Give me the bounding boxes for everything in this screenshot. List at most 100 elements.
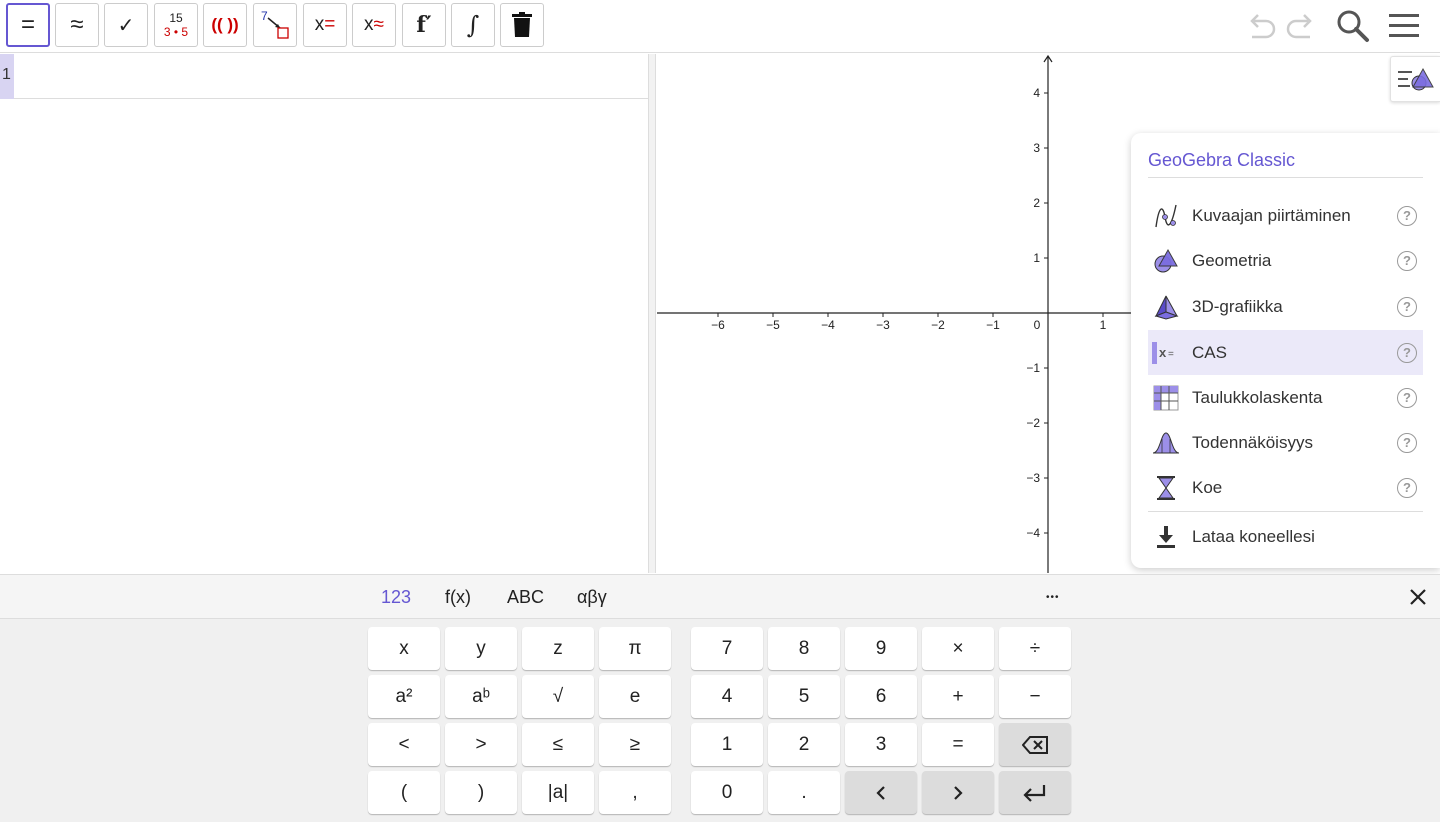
key-6[interactable]: 6 bbox=[845, 675, 917, 718]
key-z[interactable]: z bbox=[522, 627, 594, 670]
x-tick-label: −2 bbox=[931, 318, 945, 332]
perspective-label-spreadsheet: Taulukkolaskenta bbox=[1192, 387, 1323, 407]
style-bar-icon bbox=[1397, 67, 1434, 91]
solve-numerically-tool-button[interactable]: x≈ bbox=[352, 3, 396, 47]
key-greater-equal[interactable]: ≥ bbox=[599, 723, 671, 766]
key-2[interactable]: 2 bbox=[768, 723, 840, 766]
perspectives-popup: GeoGebra Classic Kuvaajan piirtäminen ? … bbox=[1131, 133, 1440, 568]
x-tick-label: −1 bbox=[986, 318, 1000, 332]
perspective-item-graphing[interactable]: Kuvaajan piirtäminen ? bbox=[1148, 193, 1423, 238]
key-y[interactable]: y bbox=[445, 627, 517, 670]
undo-button[interactable] bbox=[1243, 8, 1279, 44]
perspectives-divider-bottom bbox=[1148, 511, 1423, 512]
redo-button[interactable] bbox=[1283, 8, 1319, 44]
view-splitter[interactable] bbox=[648, 54, 656, 573]
key-cursor-left[interactable] bbox=[845, 771, 917, 814]
perspective-item-spreadsheet[interactable]: Taulukkolaskenta ? bbox=[1148, 375, 1423, 420]
perspective-item-geometry[interactable]: Geometria ? bbox=[1148, 238, 1423, 283]
probability-icon bbox=[1152, 431, 1180, 453]
help-icon[interactable]: ? bbox=[1397, 296, 1417, 317]
help-icon[interactable]: ? bbox=[1397, 250, 1417, 271]
solve-tool-label: x= bbox=[314, 14, 336, 35]
substitute-tool-button[interactable]: 7 bbox=[253, 3, 297, 47]
key-open-paren[interactable]: ( bbox=[368, 771, 440, 814]
keyboard-tab-greek[interactable]: αβγ bbox=[577, 587, 607, 608]
key-equals[interactable]: = bbox=[922, 723, 994, 766]
key-x[interactable]: x bbox=[368, 627, 440, 670]
delete-tool-button[interactable] bbox=[500, 3, 544, 47]
keyboard-tab-abc[interactable]: ABC bbox=[507, 587, 544, 608]
key-sqrt[interactable]: √ bbox=[522, 675, 594, 718]
download-app-item[interactable]: Lataa koneellesi bbox=[1148, 514, 1423, 559]
keyboard-tab-123[interactable]: 123 bbox=[381, 587, 411, 608]
substitute-icon: 7 bbox=[261, 9, 289, 39]
derivative-tool-button[interactable]: f′ bbox=[402, 3, 446, 47]
undo-icon bbox=[1250, 14, 1276, 39]
perspective-label-3d-graphics: 3D-grafiikka bbox=[1192, 296, 1283, 316]
keyboard-close-button[interactable] bbox=[1404, 583, 1432, 611]
cas-icon: x = bbox=[1152, 341, 1174, 364]
key-1[interactable]: 1 bbox=[691, 723, 763, 766]
expand-tool-button[interactable]: (( )) bbox=[203, 3, 247, 47]
backspace-icon bbox=[1022, 735, 1048, 754]
integral-tool-button[interactable]: ∫ bbox=[451, 3, 495, 47]
cas-input-cell[interactable] bbox=[20, 64, 620, 90]
key-decimal[interactable]: . bbox=[768, 771, 840, 814]
key-4[interactable]: 4 bbox=[691, 675, 763, 718]
key-a-power-b[interactable]: aᵇ bbox=[445, 675, 517, 718]
key-9[interactable]: 9 bbox=[845, 627, 917, 670]
keyboard-more-button[interactable]: ••• bbox=[1046, 592, 1060, 603]
help-icon[interactable]: ? bbox=[1397, 205, 1417, 226]
key-plus[interactable]: + bbox=[922, 675, 994, 718]
style-bar-toggle-button[interactable] bbox=[1390, 56, 1440, 102]
perspective-item-3d-graphics[interactable]: 3D-grafiikka ? bbox=[1148, 284, 1423, 329]
cas-view: 1 bbox=[0, 54, 648, 573]
virtual-keyboard: x y z π a² aᵇ √ e < > ≤ ≥ ( ) |a| , 7 8 … bbox=[0, 619, 1440, 822]
key-comma[interactable]: , bbox=[599, 771, 671, 814]
key-e[interactable]: e bbox=[599, 675, 671, 718]
perspective-item-probability[interactable]: Todennäköisyys ? bbox=[1148, 420, 1423, 465]
key-multiply[interactable]: × bbox=[922, 627, 994, 670]
key-0[interactable]: 0 bbox=[691, 771, 763, 814]
expand-tool-label: (( )) bbox=[211, 15, 239, 34]
cas-row[interactable]: 1 bbox=[0, 54, 648, 99]
key-8[interactable]: 8 bbox=[768, 627, 840, 670]
svg-text:x: x bbox=[1159, 345, 1167, 360]
help-icon[interactable]: ? bbox=[1397, 342, 1417, 363]
perspective-item-cas[interactable]: x = CAS ? bbox=[1148, 330, 1423, 375]
numeric-tool-button[interactable]: ≈ bbox=[55, 3, 99, 47]
key-minus[interactable]: − bbox=[999, 675, 1071, 718]
key-a-squared[interactable]: a² bbox=[368, 675, 440, 718]
key-5[interactable]: 5 bbox=[768, 675, 840, 718]
x-tick-label: −3 bbox=[876, 318, 890, 332]
perspective-item-exam[interactable]: Koe ? bbox=[1148, 465, 1423, 510]
spreadsheet-icon bbox=[1153, 385, 1179, 410]
help-icon[interactable]: ? bbox=[1397, 477, 1417, 498]
key-close-paren[interactable]: ) bbox=[445, 771, 517, 814]
main-menu-button[interactable] bbox=[1386, 8, 1422, 44]
keyboard-tab-fx[interactable]: f(x) bbox=[445, 587, 471, 608]
graphing-icon bbox=[1155, 204, 1177, 227]
key-greater-than[interactable]: > bbox=[445, 723, 517, 766]
enter-icon bbox=[1023, 784, 1046, 802]
key-less-than[interactable]: < bbox=[368, 723, 440, 766]
evaluate-tool-button[interactable]: = bbox=[6, 3, 50, 47]
key-7[interactable]: 7 bbox=[691, 627, 763, 670]
search-button[interactable] bbox=[1335, 8, 1371, 44]
factor-tool-button[interactable]: 15 3 • 5 bbox=[154, 3, 198, 47]
redo-icon bbox=[1286, 14, 1312, 39]
key-cursor-right[interactable] bbox=[922, 771, 994, 814]
x-tick-label: 0 bbox=[1034, 318, 1041, 332]
key-enter[interactable] bbox=[999, 771, 1071, 814]
help-icon[interactable]: ? bbox=[1397, 387, 1417, 408]
key-abs[interactable]: |a| bbox=[522, 771, 594, 814]
solve-tool-button[interactable]: x= bbox=[303, 3, 347, 47]
key-less-equal[interactable]: ≤ bbox=[522, 723, 594, 766]
key-3[interactable]: 3 bbox=[845, 723, 917, 766]
cas-row-number[interactable]: 1 bbox=[0, 54, 14, 99]
key-backspace[interactable] bbox=[999, 723, 1071, 766]
help-icon[interactable]: ? bbox=[1397, 432, 1417, 453]
key-divide[interactable]: ÷ bbox=[999, 627, 1071, 670]
key-pi[interactable]: π bbox=[599, 627, 671, 670]
keep-input-tool-button[interactable]: ✓ bbox=[104, 3, 148, 47]
